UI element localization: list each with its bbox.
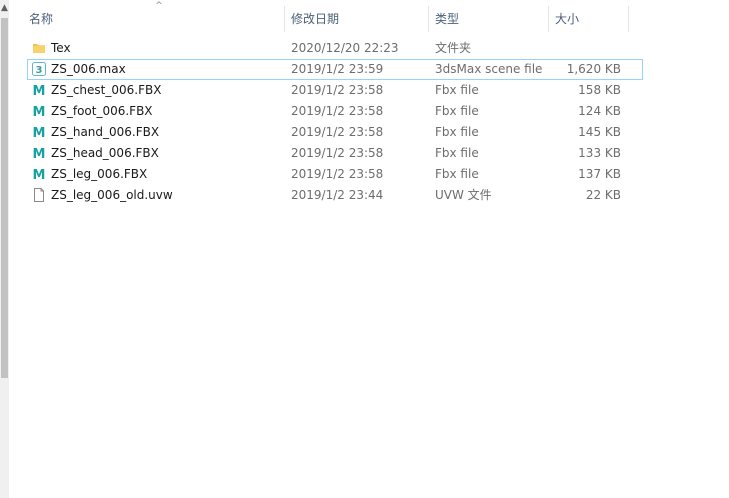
file-explorer: ▲ ^ 名称 修改日期 类型 大小 Tex 2020/12/20 22:23 文件夹… xyxy=(0,0,729,498)
svg-text:M: M xyxy=(33,126,46,139)
file-type: 文件夹 xyxy=(435,41,472,55)
file-name: ZS_leg_006.FBX xyxy=(51,167,148,181)
svg-text:M: M xyxy=(33,105,46,118)
column-header-type[interactable]: 类型 xyxy=(429,0,549,38)
file-date-modified: 2019/1/2 23:58 xyxy=(291,167,384,181)
file-name: ZS_head_006.FBX xyxy=(51,146,159,160)
file-size: 22 KB xyxy=(585,188,621,202)
fbx-icon: M xyxy=(32,101,48,122)
file-size xyxy=(549,38,621,59)
file-name: ZS_foot_006.FBX xyxy=(51,104,153,118)
file-row[interactable]: M ZS_hand_006.FBX 2019/1/2 23:58 Fbx file 14… xyxy=(9,122,729,143)
fbx-icon: M xyxy=(32,164,48,185)
fbx-icon: M xyxy=(32,80,48,101)
svg-text:M: M xyxy=(33,168,46,181)
file-row[interactable]: M ZS_head_006.FBX 2019/1/2 23:58 Fbx file 13… xyxy=(9,143,729,164)
column-header-size[interactable]: 大小 xyxy=(549,0,629,38)
column-header: ^ 名称 修改日期 类型 大小 xyxy=(9,0,729,38)
file-size: 145 KB xyxy=(578,125,621,139)
file-size: 124 KB xyxy=(578,104,621,118)
column-header-name[interactable]: 名称 xyxy=(23,0,285,38)
file-row[interactable]: Tex 2020/12/20 22:23 文件夹 xyxy=(9,38,729,59)
file-type: Fbx file xyxy=(435,104,479,118)
scroll-up-arrow-icon[interactable]: ▲ xyxy=(0,2,9,14)
column-header-date[interactable]: 修改日期 xyxy=(285,0,429,38)
file-date-modified: 2019/1/2 23:58 xyxy=(291,125,384,139)
file-type: Fbx file xyxy=(435,146,479,160)
file-type: Fbx file xyxy=(435,83,479,97)
file-row[interactable]: 3 ZS_006.max 2019/1/2 23:59 3dsMax scene fi… xyxy=(27,59,643,80)
scroll-thumb[interactable] xyxy=(1,18,8,378)
vertical-scrollbar[interactable]: ▲ xyxy=(0,0,9,498)
file-size: 133 KB xyxy=(578,146,621,160)
fbx-icon: M xyxy=(32,143,48,164)
file-name: Tex xyxy=(51,41,71,55)
file-type: Fbx file xyxy=(435,125,479,139)
fbx-icon: M xyxy=(32,122,48,143)
column-divider[interactable] xyxy=(628,6,629,32)
file-date-modified: 2019/1/2 23:59 xyxy=(291,62,384,76)
3dsmax-icon: 3 xyxy=(32,59,48,80)
file-type: Fbx file xyxy=(435,167,479,181)
file-list: Tex 2020/12/20 22:23 文件夹 3 ZS_006.max 2019/1/… xyxy=(9,38,729,206)
file-date-modified: 2019/1/2 23:58 xyxy=(291,83,384,97)
file-size: 1,620 KB xyxy=(566,62,621,76)
file-name: ZS_006.max xyxy=(51,62,126,76)
file-size: 158 KB xyxy=(578,83,621,97)
svg-text:M: M xyxy=(33,147,46,160)
file-row[interactable]: M ZS_chest_006.FBX 2019/1/2 23:58 Fbx file 1… xyxy=(9,80,729,101)
file-name: ZS_leg_006_old.uvw xyxy=(51,188,173,202)
file-name: ZS_hand_006.FBX xyxy=(51,125,160,139)
folder-icon xyxy=(32,38,48,59)
blank-file-icon xyxy=(32,185,48,206)
file-date-modified: 2019/1/2 23:58 xyxy=(291,104,384,118)
file-row[interactable]: ZS_leg_006_old.uvw 2019/1/2 23:44 UVW 文件 22… xyxy=(9,185,729,206)
file-row[interactable]: M ZS_leg_006.FBX 2019/1/2 23:58 Fbx file 137… xyxy=(9,164,729,185)
file-type: UVW 文件 xyxy=(435,188,492,202)
svg-text:3: 3 xyxy=(36,65,43,76)
file-type: 3dsMax scene file xyxy=(435,62,543,76)
file-date-modified: 2019/1/2 23:44 xyxy=(291,188,384,202)
file-date-modified: 2020/12/20 22:23 xyxy=(291,41,399,55)
file-size: 137 KB xyxy=(578,167,621,181)
file-row[interactable]: M ZS_foot_006.FBX 2019/1/2 23:58 Fbx file 12… xyxy=(9,101,729,122)
file-name: ZS_chest_006.FBX xyxy=(51,83,162,97)
file-date-modified: 2019/1/2 23:58 xyxy=(291,146,384,160)
svg-text:M: M xyxy=(33,84,46,97)
